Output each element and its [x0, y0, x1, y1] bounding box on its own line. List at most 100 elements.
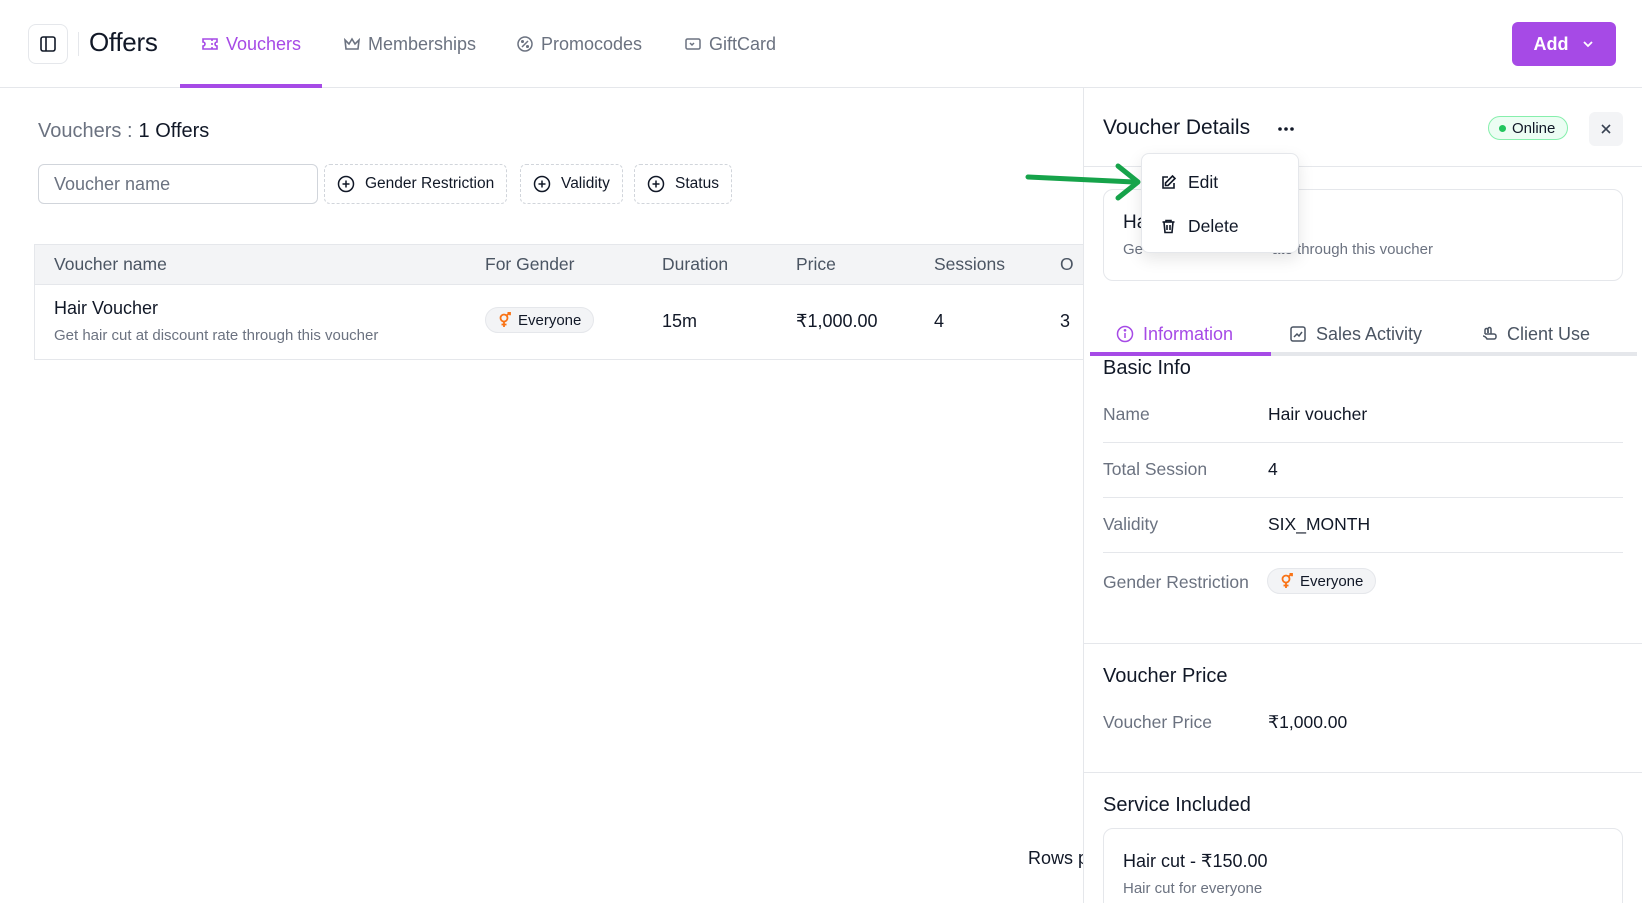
table-header: Voucher name For Gender Duration Price S… — [35, 245, 1084, 285]
offers-count: 1 Offers — [138, 120, 210, 142]
menu-item-edit[interactable]: Edit — [1148, 160, 1292, 204]
info-value: SIX_MONTH — [1268, 514, 1371, 534]
summary-desc-prefix: Ge — [1123, 241, 1144, 258]
info-value: Hair voucher — [1268, 404, 1368, 424]
gender-label: Everyone — [518, 311, 582, 329]
info-label: Name — [1103, 404, 1150, 424]
more-horizontal-icon — [1278, 127, 1294, 131]
price-cell: ₹1,000.00 — [796, 311, 878, 331]
tab-memberships[interactable]: Memberships — [343, 0, 476, 88]
more-options-button[interactable] — [1271, 114, 1301, 144]
info-value: 4 — [1268, 459, 1278, 479]
header-divider — [78, 32, 79, 56]
voucher-search-input[interactable] — [38, 164, 318, 204]
tab-sales-activity[interactable]: Sales Activity — [1289, 314, 1422, 354]
tab-giftcard[interactable]: GiftCard — [684, 0, 776, 88]
hand-icon — [1482, 326, 1497, 340]
section-divider — [1084, 772, 1642, 773]
info-icon — [1116, 325, 1134, 343]
service-name: Hair cut - ₹150.00 — [1123, 851, 1268, 871]
menu-item-delete[interactable]: Delete — [1148, 204, 1292, 248]
sessions-cell: 4 — [934, 311, 945, 331]
tab-label: Sales Activity — [1316, 323, 1423, 344]
service-included-title: Service Included — [1103, 794, 1251, 816]
other-cell: 3 — [1060, 311, 1071, 331]
sidebar-panel-icon — [40, 36, 56, 52]
voucher-description-cell: Get hair cut at discount rate through th… — [54, 327, 379, 344]
info-label: Voucher Price — [1103, 712, 1212, 732]
column-header[interactable]: Duration — [662, 254, 728, 275]
plus-circle-icon — [647, 175, 665, 193]
menu-item-label: Delete — [1188, 215, 1239, 236]
menu-item-label: Edit — [1188, 171, 1219, 192]
gender-badge: Everyone — [485, 307, 595, 333]
gender-label: Everyone — [1300, 572, 1364, 590]
status-dot — [1499, 124, 1506, 132]
plus-circle-icon — [337, 175, 355, 193]
filter-label: Gender Restriction — [365, 175, 495, 192]
tab-vouchers[interactable]: Vouchers — [180, 0, 322, 88]
info-row-name: Name Hair voucher — [1103, 388, 1623, 443]
crown-icon — [343, 37, 361, 50]
info-row-total-session: Total Session 4 — [1103, 443, 1623, 498]
trash-icon — [1162, 219, 1175, 233]
tab-client-use[interactable]: Client Use — [1480, 314, 1590, 354]
tab-promocodes[interactable]: Promocodes — [516, 0, 642, 88]
filter-label: Status — [675, 175, 719, 192]
panel-title: Voucher Details — [1103, 116, 1251, 139]
table-row[interactable]: Hair Voucher Get hair cut at discount ra… — [35, 285, 1084, 359]
filter-label: Validity — [561, 175, 610, 192]
section-divider — [1084, 643, 1642, 644]
validity-filter[interactable]: Validity — [520, 164, 623, 204]
chevron-down-icon — [1582, 41, 1593, 48]
duration-cell: 15m — [662, 311, 698, 331]
service-description: Hair cut for everyone — [1123, 880, 1263, 897]
sidebar-toggle-button[interactable] — [28, 24, 68, 64]
ticket-icon — [202, 38, 218, 50]
voucher-name-cell: Hair Voucher — [54, 298, 159, 318]
add-button[interactable]: Add — [1512, 22, 1616, 66]
top-header: Offers Vouchers Memberships Promocodes G… — [0, 0, 1642, 88]
tab-label: Memberships — [368, 33, 477, 54]
tab-information[interactable]: Information — [1116, 314, 1233, 354]
info-value: ₹1,000.00 — [1268, 712, 1348, 732]
gift-card-icon — [685, 38, 701, 50]
info-row-gender-restriction: Gender Restriction Everyone — [1103, 553, 1623, 608]
info-label: Validity — [1103, 514, 1159, 534]
chart-icon — [1290, 326, 1306, 342]
gender-symbol-icon — [1281, 573, 1293, 588]
vouchers-count-label: Vouchers :1 Offers — [38, 120, 209, 143]
info-row-validity: Validity SIX_MONTH — [1103, 498, 1623, 553]
gender-restriction-filter[interactable]: Gender Restriction — [324, 164, 508, 204]
plus-circle-icon — [533, 175, 551, 193]
close-icon — [1601, 124, 1611, 134]
tab-label: Vouchers — [225, 33, 302, 54]
close-panel-button[interactable] — [1589, 112, 1623, 146]
status-label: Online — [1512, 119, 1556, 137]
status-filter[interactable]: Status — [634, 164, 732, 204]
column-header[interactable]: For Gender — [485, 254, 574, 275]
tab-label: Client Use — [1507, 323, 1591, 344]
page-title: Offers — [89, 27, 158, 57]
basic-info-title: Basic Info — [1103, 357, 1191, 379]
tab-label: Information — [1143, 323, 1234, 344]
column-header[interactable]: O — [1060, 254, 1074, 275]
vouchers-table: Voucher name For Gender Duration Price S… — [34, 244, 1084, 360]
column-header[interactable]: Voucher name — [54, 254, 167, 275]
voucher-price-title: Voucher Price — [1103, 665, 1228, 687]
add-button-label: Add — [1533, 33, 1569, 54]
active-tab-indicator — [1090, 352, 1271, 356]
edit-icon — [1162, 174, 1177, 189]
annotation-arrow-icon — [1025, 163, 1141, 201]
more-options-menu: Edit Delete — [1141, 153, 1299, 253]
info-row-voucher-price: Voucher Price ₹1,000.00 — [1103, 696, 1623, 751]
tab-label: GiftCard — [709, 33, 777, 54]
gender-symbol-icon — [499, 312, 511, 327]
column-header[interactable]: Price — [796, 254, 836, 275]
gender-badge: Everyone — [1267, 568, 1377, 594]
tab-label: Promocodes — [541, 33, 643, 54]
subtitle-label: Vouchers : — [38, 120, 133, 142]
column-header[interactable]: Sessions — [934, 254, 1005, 275]
badge-percent-icon — [517, 36, 533, 52]
service-card: Hair cut - ₹150.00 Hair cut for everyone — [1103, 828, 1623, 903]
